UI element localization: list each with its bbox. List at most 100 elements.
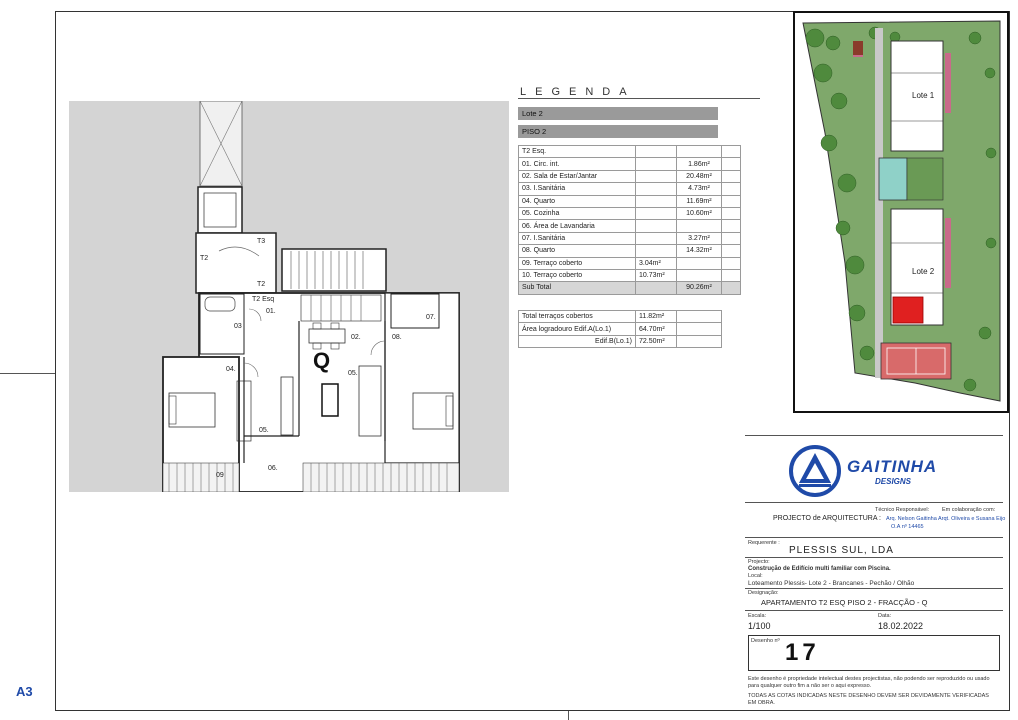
table-row: Área logradouro Edif.A(Lo.1) 64.70m² xyxy=(518,322,722,336)
company-subname: DESIGNS xyxy=(875,477,912,486)
area-partial-cell xyxy=(635,231,677,246)
site-label-lote-1: Lote 1 xyxy=(912,91,935,100)
plan-label-t2-corridor: T2 xyxy=(257,281,266,288)
area-empty-cell xyxy=(721,281,741,295)
verification-note: TODAS AS COTAS INDICADAS NESTE DESENHO D… xyxy=(748,693,989,706)
plan-label-05-hall: 05. xyxy=(259,427,269,434)
area-partial-cell xyxy=(635,157,677,171)
area-partial-cell xyxy=(635,219,677,233)
tecnico-name: Arq. Nelson Gaitinha xyxy=(886,516,937,522)
table-row: 01. Circ. int. 1.86m² xyxy=(518,157,741,171)
floor-plan-drawing xyxy=(162,101,460,492)
area-empty-cell xyxy=(721,206,741,221)
projecto-field-label: Projecto: xyxy=(748,559,770,565)
tecnico-id: O.A nº 14465 xyxy=(891,524,924,530)
area-empty-cell xyxy=(721,169,741,184)
table-row: 08. Quarto 14.32m² xyxy=(518,244,741,258)
projecto-arquitectura-label: PROJECTO de ARQUITECTURA : xyxy=(773,515,882,522)
table-row: T2 Esq. xyxy=(518,144,741,159)
area-empty-cell xyxy=(721,182,741,196)
ownership-note: Este desenho é propriedade intelectual d… xyxy=(748,676,990,689)
total-empty-cell xyxy=(676,309,722,324)
legend-bar-lote: Lote 2 xyxy=(518,107,718,120)
plan-label-t2-esq: T2 Esq xyxy=(252,296,275,303)
area-name-cell: 03. I.Sanitária xyxy=(518,182,636,196)
area-partial-cell xyxy=(635,244,677,258)
plan-label-05-living: 05. xyxy=(348,370,358,377)
local-value: Loteamento Plessis- Lote 2 - Brancanes -… xyxy=(748,580,915,587)
total-value-cell: 64.70m² xyxy=(635,322,677,336)
title-block-rule xyxy=(745,610,1003,611)
area-value-cell: 11.69m² xyxy=(676,194,722,208)
area-partial-cell xyxy=(635,206,677,221)
area-empty-cell xyxy=(721,194,741,208)
area-table: T2 Esq. 01. Circ. int. 1.86m² 02. Sala de … xyxy=(518,144,741,295)
plan-label-09: 09 xyxy=(216,472,224,479)
plan-label-03: 03 xyxy=(234,323,242,330)
area-name-cell: 10. Terraço coberto xyxy=(518,268,636,283)
em-colaboracao-label: Em colaboração com: xyxy=(942,507,996,513)
area-name-cell: 04. Quarto xyxy=(518,194,636,208)
title-block-rule xyxy=(745,537,1003,538)
gaitinha-logo-icon xyxy=(789,445,841,497)
tecnico-label: Técnico Responsável: xyxy=(875,507,930,513)
legend-bar-piso: PISO 2 xyxy=(518,125,718,138)
sheet-format-mark: A3 xyxy=(16,684,33,699)
area-value-cell: 10.60m² xyxy=(676,206,722,221)
area-name-cell: 07. I.Sanitária xyxy=(518,231,636,246)
area-value-cell: 20.48m² xyxy=(676,169,722,184)
area-empty-cell xyxy=(721,157,741,171)
area-value-cell: 90.26m² xyxy=(676,281,722,295)
desenho-label: Desenho nº xyxy=(751,638,780,644)
local-label: Local: xyxy=(748,573,763,579)
table-row: 06. Área de Lavandaria xyxy=(518,219,741,233)
table-row: 04. Quarto 11.69m² xyxy=(518,194,741,208)
area-value-cell xyxy=(676,256,722,270)
requerente-name: PLESSIS SUL, LDA xyxy=(789,545,894,556)
table-header-cell: T2 Esq. xyxy=(518,144,636,159)
area-value-cell xyxy=(676,268,722,283)
table-row: Total terraços cobertos 11.82m² xyxy=(518,309,722,324)
legend-title-rule xyxy=(518,98,760,99)
title-block: GAITINHA DESIGNS Técnico Responsável: Em… xyxy=(745,435,1005,708)
area-name-cell: 08. Quarto xyxy=(518,244,636,258)
area-partial-cell: 10.73m² xyxy=(635,268,677,283)
plan-label-04: 04. xyxy=(226,366,236,373)
plan-label-t3: T3 xyxy=(257,238,266,245)
total-value-cell: 72.50m² xyxy=(635,334,677,349)
plan-label-08: 08. xyxy=(392,334,402,341)
table-row: Edif.B(Lo.1) 72.50m² xyxy=(518,334,722,349)
site-label-lote-2: Lote 2 xyxy=(912,267,935,276)
plan-label-06: 06. xyxy=(268,465,278,472)
table-row: 03. I.Sanitária 4.73m² xyxy=(518,182,741,196)
area-empty-cell xyxy=(721,256,741,270)
escala-label: Escala: xyxy=(748,613,767,619)
projecto-description: Construção de Edifício multi familiar co… xyxy=(748,566,891,572)
area-name-cell: Sub Total xyxy=(518,281,636,295)
site-plan-drawing xyxy=(802,20,1001,402)
area-value-cell: 3.27m² xyxy=(676,231,722,246)
total-name-cell: Total terraços cobertos xyxy=(518,309,636,324)
crop-mark-left xyxy=(0,373,55,374)
table-row: Sub Total 90.26m² xyxy=(518,281,741,295)
totals-table: Total terraços cobertos 11.82m² Área logra… xyxy=(518,309,722,349)
plan-label-t2-landing: T2 xyxy=(200,255,209,262)
designacao-value: APARTAMENTO T2 ESQ PISO 2 - FRACÇÃO - Q xyxy=(761,598,928,607)
area-partial-cell xyxy=(635,169,677,184)
total-empty-cell xyxy=(676,334,722,349)
table-row: 07. I.Sanitária 3.27m² xyxy=(518,231,741,246)
crop-mark-bottom xyxy=(568,711,569,720)
table-row: 09. Terraço coberto 3.04m² xyxy=(518,256,741,270)
table-row: 02. Sala de Estar/Jantar 20.48m² xyxy=(518,169,741,184)
plan-label-07: 07. xyxy=(426,314,436,321)
area-partial-cell: 3.04m² xyxy=(635,256,677,270)
area-empty-cell xyxy=(721,231,741,246)
area-value-cell xyxy=(676,219,722,233)
area-partial-cell xyxy=(635,194,677,208)
data-value: 18.02.2022 xyxy=(878,621,924,631)
data-label: Data: xyxy=(878,613,892,619)
total-name-cell: Edif.B(Lo.1) xyxy=(518,334,636,349)
designacao-label: Designação: xyxy=(748,590,779,596)
title-block-rule xyxy=(745,502,1003,503)
escala-value: 1/100 xyxy=(748,621,771,631)
